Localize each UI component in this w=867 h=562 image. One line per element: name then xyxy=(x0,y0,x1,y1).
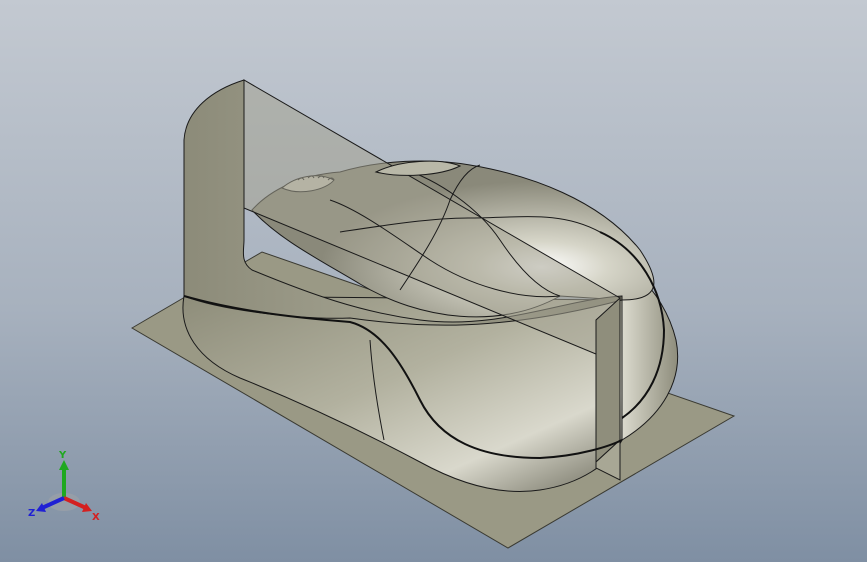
y-axis-arrow xyxy=(59,460,69,470)
front-plane[interactable] xyxy=(595,296,621,464)
x-axis-label: X xyxy=(92,512,100,522)
orientation-triad[interactable]: Y X Z xyxy=(26,448,104,522)
graphics-viewport[interactable]: Y X Z xyxy=(0,0,867,562)
z-axis-label: Z xyxy=(28,508,35,519)
mouse-model-view[interactable] xyxy=(0,0,867,562)
y-axis-label: Y xyxy=(58,450,67,461)
